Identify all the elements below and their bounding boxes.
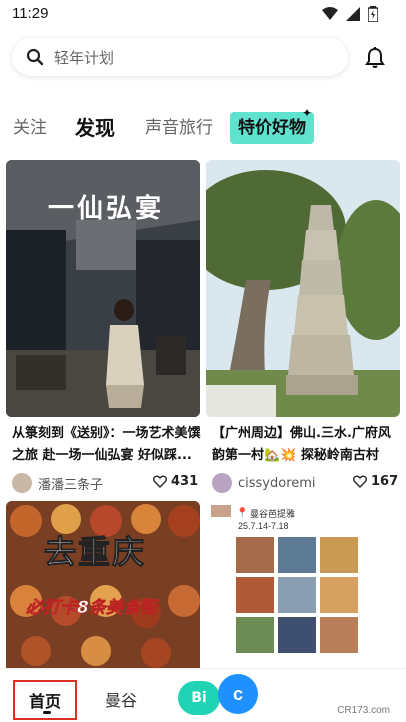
card-2-caption[interactable]: 【广州周边】佛山.三水.广府风韵第一村🏡💥 探秘岭南古村落... (212, 423, 402, 467)
card-1-author-name: 潘潘三条子 (38, 477, 104, 493)
card-1-image-title: 一仙弘宴 (48, 194, 165, 224)
watermark: c 西西软件园 CR173.com (218, 672, 394, 716)
nav-home-indicator (43, 711, 51, 714)
nav-home-label: 首页 (28, 692, 61, 711)
tab-follow[interactable]: 关注 (13, 110, 47, 146)
top-tabs: 关注 发现 声音旅行 特价好物 (0, 110, 406, 146)
watermark-sub: CR173.com (337, 705, 390, 716)
avatar (212, 473, 232, 493)
card-2-author-name: cissydoremi (238, 475, 316, 491)
bell-icon[interactable] (363, 46, 387, 70)
travel-collage-photo (211, 505, 358, 653)
feed-card-image-4[interactable]: 📍 曼谷芭提雅 25.7.14-7.18 (206, 501, 400, 668)
tab-audio-travel[interactable]: 声音旅行 (145, 110, 213, 146)
tab-discover[interactable]: 发现 (75, 110, 115, 146)
search-icon (26, 48, 44, 66)
pagoda-photo (206, 160, 400, 417)
search-input[interactable]: 轻年计划 (12, 38, 348, 76)
card-3-image-subtitle: 必打卡8条美食街 (26, 598, 157, 619)
card-1-likes[interactable]: 431 (153, 474, 198, 489)
card-1-author[interactable]: 潘潘三条子 (12, 473, 103, 493)
feed-card-image-1[interactable]: 一仙弘宴 (6, 160, 200, 417)
card-2-likes[interactable]: 167 (353, 474, 398, 489)
nav-home[interactable]: 首页 (13, 680, 77, 720)
battery-icon (368, 6, 378, 22)
card-2-author[interactable]: cissydoremi (212, 473, 316, 493)
tab-discover-label: 发现 (75, 116, 115, 140)
wifi-icon (322, 7, 338, 20)
nav-bangkok[interactable]: 曼谷 (105, 687, 137, 711)
feed-card-image-3[interactable]: 去重庆 必打卡8条美食街 (6, 501, 200, 668)
signal-icon (346, 7, 360, 21)
status-time: 11:29 (12, 5, 49, 22)
card-2-likes-count: 167 (371, 474, 399, 489)
heart-icon (353, 475, 367, 488)
search-placeholder: 轻年计划 (54, 48, 115, 67)
watermark-logo: c (218, 674, 258, 714)
heart-icon (153, 475, 167, 488)
status-icons (322, 6, 378, 22)
sparkle-icon: ✦ (302, 106, 313, 120)
feed-card-image-2[interactable] (206, 160, 400, 417)
card-3-image-title: 去重庆 (43, 533, 147, 572)
avatar (12, 473, 32, 493)
status-bar: 11:29 (0, 0, 406, 30)
nav-center-button[interactable]: Bi (178, 681, 220, 715)
card-1-likes-count: 431 (171, 474, 199, 489)
card-1-caption[interactable]: 从箓刻到《送别》：一场艺术美馔之旅 赴一场一仙弘宴 好似踩... (12, 423, 202, 467)
